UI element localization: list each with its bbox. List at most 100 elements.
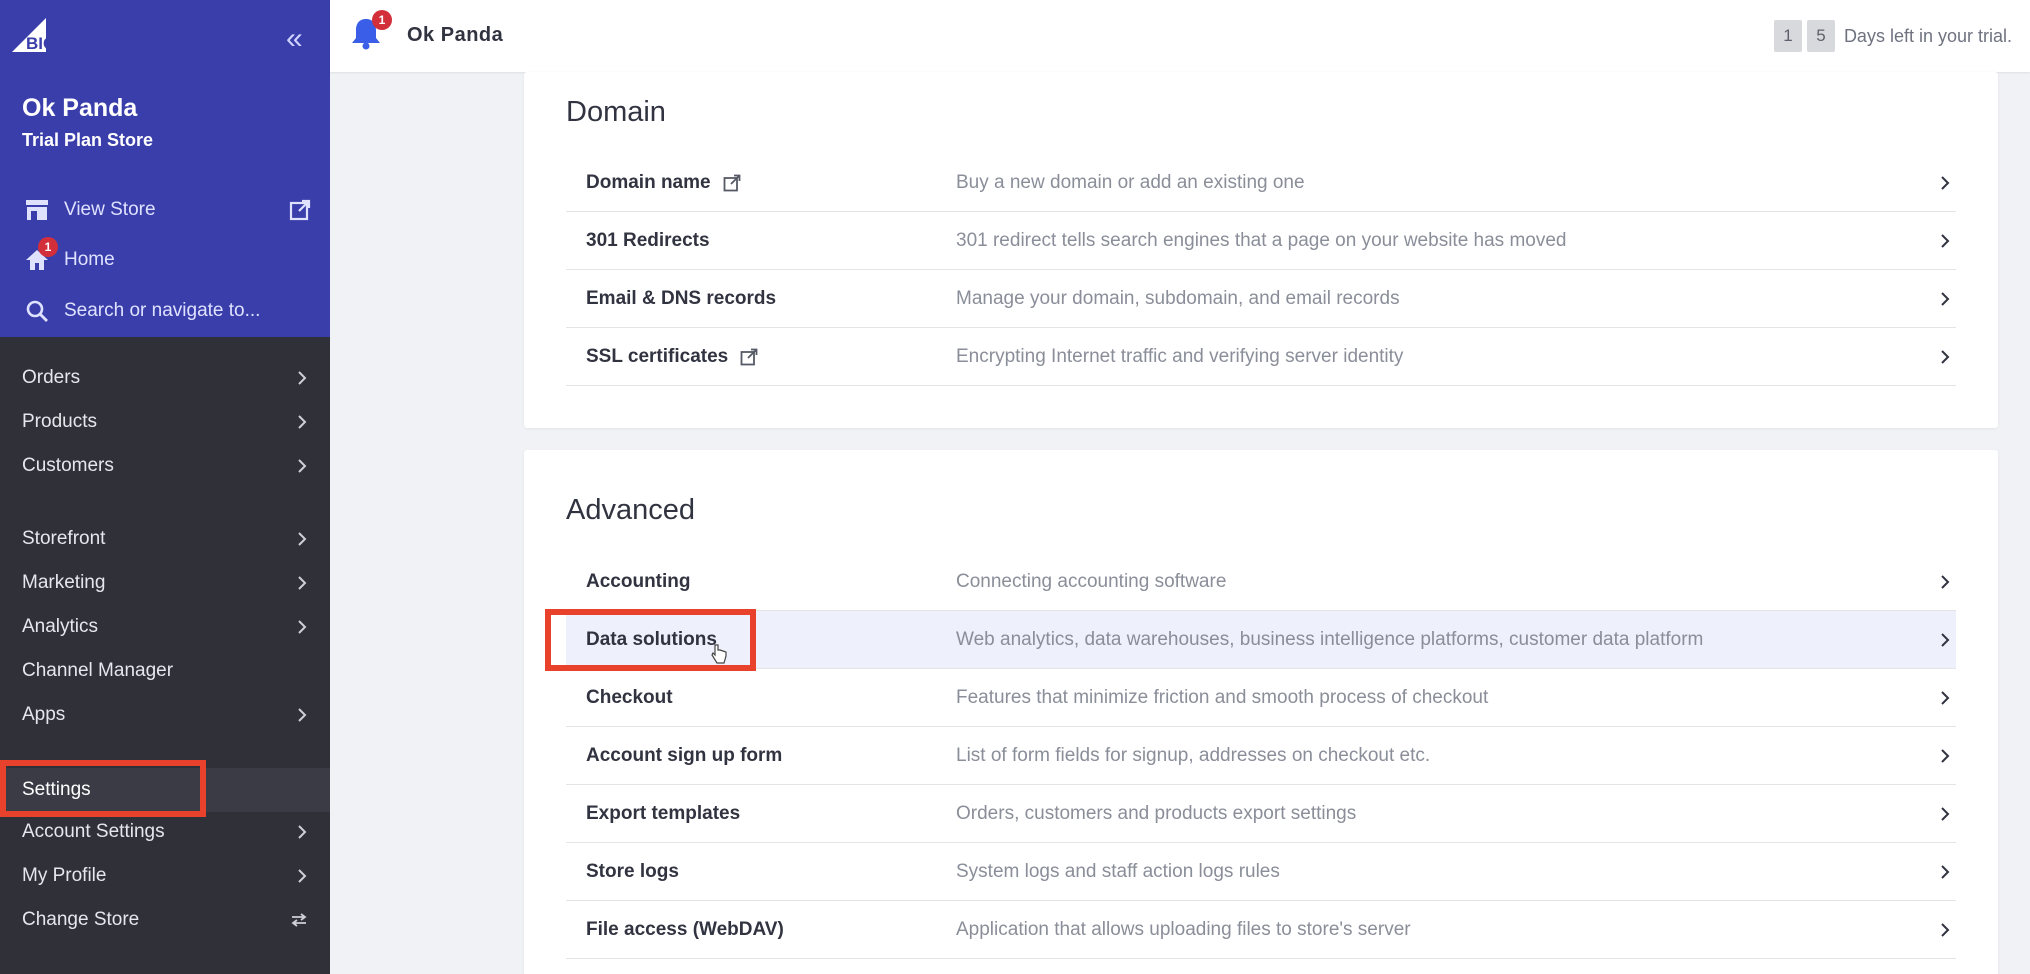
nav-analytics[interactable]: Analytics [0,607,330,647]
nav-label: Account Settings [22,821,165,842]
settings-row-account-signup-form[interactable]: Account sign up form List of form fields… [566,727,1956,785]
settings-row-domain-name[interactable]: Domain name Buy a new domain or add an e… [566,154,1956,212]
nav-channel-manager[interactable]: Channel Manager [0,651,330,691]
row-label: 301 Redirects [586,229,710,251]
view-store-link[interactable]: View Store [22,195,156,225]
nav-products[interactable]: Products [0,402,330,442]
search-placeholder: Search or navigate to... [64,300,261,321]
bigcommerce-logo[interactable]: BIGCOMMERCE [12,18,192,54]
row-description: Application that allows uploading files … [956,918,1411,940]
row-label-text: Domain name [586,171,711,193]
header-store-title: Ok Panda [407,24,504,46]
row-description: Encrypting Internet traffic and verifyin… [956,345,1404,367]
collapse-sidebar-icon[interactable]: « [286,24,303,54]
chevron-right-icon [298,825,307,839]
row-description: Orders, customers and products export se… [956,802,1357,824]
nav-label: Change Store [22,909,140,930]
external-link-icon [723,174,740,191]
home-link[interactable]: 1 Home [22,237,115,275]
chevron-right-icon [298,620,307,634]
notifications-bell-icon[interactable]: 1 [350,10,392,52]
trial-digit: 5 [1806,20,1835,52]
domain-card: Domain Domain name Buy a new domain or a… [524,72,1998,428]
storefront-icon [22,195,52,225]
nav-account-settings[interactable]: Account Settings [0,812,330,852]
logo-text: BIGCOMMERCE [26,34,157,53]
nav-apps[interactable]: Apps [0,695,330,735]
trial-text: Days left in your trial. [1843,25,2012,46]
row-label: Email & DNS records [586,287,777,309]
nav-label: Marketing [22,572,106,593]
chevron-right-icon [1941,749,1950,763]
trial-digit: 1 [1773,20,1802,52]
nav-label: Apps [22,704,66,725]
store-plan: Trial Plan Store [22,130,154,150]
swap-icon [291,913,307,927]
chevron-right-icon [1941,691,1950,705]
section-title: Domain [566,96,666,128]
nav-label: Settings [22,779,91,800]
row-label-text: SSL certificates [586,345,729,367]
settings-row-email-dns[interactable]: Email & DNS records Manage your domain, … [566,270,1956,328]
search-navigate[interactable]: Search or navigate to... [22,296,260,326]
row-label: Export templates [586,802,741,824]
chevron-right-icon [1941,292,1950,306]
store-name: Ok Panda [22,94,138,122]
row-description: List of form fields for signup, addresse… [956,744,1431,766]
advanced-card: Advanced Accounting Connecting accountin… [524,450,1998,974]
settings-row-store-logs[interactable]: Store logs System logs and staff action … [566,843,1956,901]
nav-label: Channel Manager [22,660,174,681]
hand-cursor-icon [711,644,727,664]
trial-counter: 1 5 Days left in your trial. [1773,20,2012,52]
row-label: Account sign up form [586,744,783,766]
nav-orders[interactable]: Orders [0,358,330,398]
search-icon [22,296,52,326]
row-label: Data solutions [586,628,717,650]
nav-storefront[interactable]: Storefront [0,519,330,559]
chevron-right-icon [298,371,307,385]
chevron-right-icon [1941,176,1950,190]
row-description: 301 redirect tells search engines that a… [956,229,1567,251]
home-label: Home [64,249,115,270]
chevron-right-icon [1941,807,1950,821]
chevron-right-icon [298,459,307,473]
nav-settings[interactable]: Settings [0,768,330,812]
nav-label: My Profile [22,865,107,886]
settings-row-accounting[interactable]: Accounting Connecting accounting softwar… [566,553,1956,611]
top-header: 1 Ok Panda 1 5 Days left in your trial. [330,0,2030,72]
external-link-icon[interactable] [289,199,311,221]
chevron-right-icon [298,415,307,429]
home-icon: 1 [22,237,58,275]
row-description: Connecting accounting software [956,570,1227,592]
row-label: Accounting [586,570,691,592]
row-label: Checkout [586,686,673,708]
nav-label: Analytics [22,616,99,637]
chevron-right-icon [1941,234,1950,248]
sidebar-header: BIGCOMMERCE « Ok Panda Trial Plan Store … [0,0,330,337]
row-label: File access (WebDAV) [586,918,784,940]
row-description: Buy a new domain or add an existing one [956,171,1305,193]
chevron-right-icon [298,869,307,883]
external-link-icon [740,348,758,365]
settings-row-ssl-certificates[interactable]: SSL certificates Encrypting Internet tra… [566,328,1956,386]
settings-row-file-access-webdav[interactable]: File access (WebDAV) Application that al… [566,901,1956,959]
nav-label: Storefront [22,528,106,549]
home-badge: 1 [38,237,58,257]
nav-label: Orders [22,367,81,388]
row-description: System logs and staff action logs rules [956,860,1280,882]
settings-row-export-templates[interactable]: Export templates Orders, customers and p… [566,785,1956,843]
nav-my-profile[interactable]: My Profile [0,856,330,896]
view-store-label: View Store [64,199,156,220]
nav-customers[interactable]: Customers [0,446,330,486]
chevron-right-icon [1941,923,1950,937]
row-label: Domain name [586,172,741,194]
row-label: SSL certificates [586,346,758,368]
nav-marketing[interactable]: Marketing [0,563,330,603]
settings-row-checkout[interactable]: Checkout Features that minimize friction… [566,669,1956,727]
chevron-right-icon [298,576,307,590]
nav-change-store[interactable]: Change Store [0,900,330,940]
settings-row-data-solutions[interactable]: Data solutions Web analytics, data wareh… [566,611,1956,669]
settings-row-301-redirects[interactable]: 301 Redirects 301 redirect tells search … [566,212,1956,270]
chevron-right-icon [298,708,307,722]
nav-label: Customers [22,455,114,476]
